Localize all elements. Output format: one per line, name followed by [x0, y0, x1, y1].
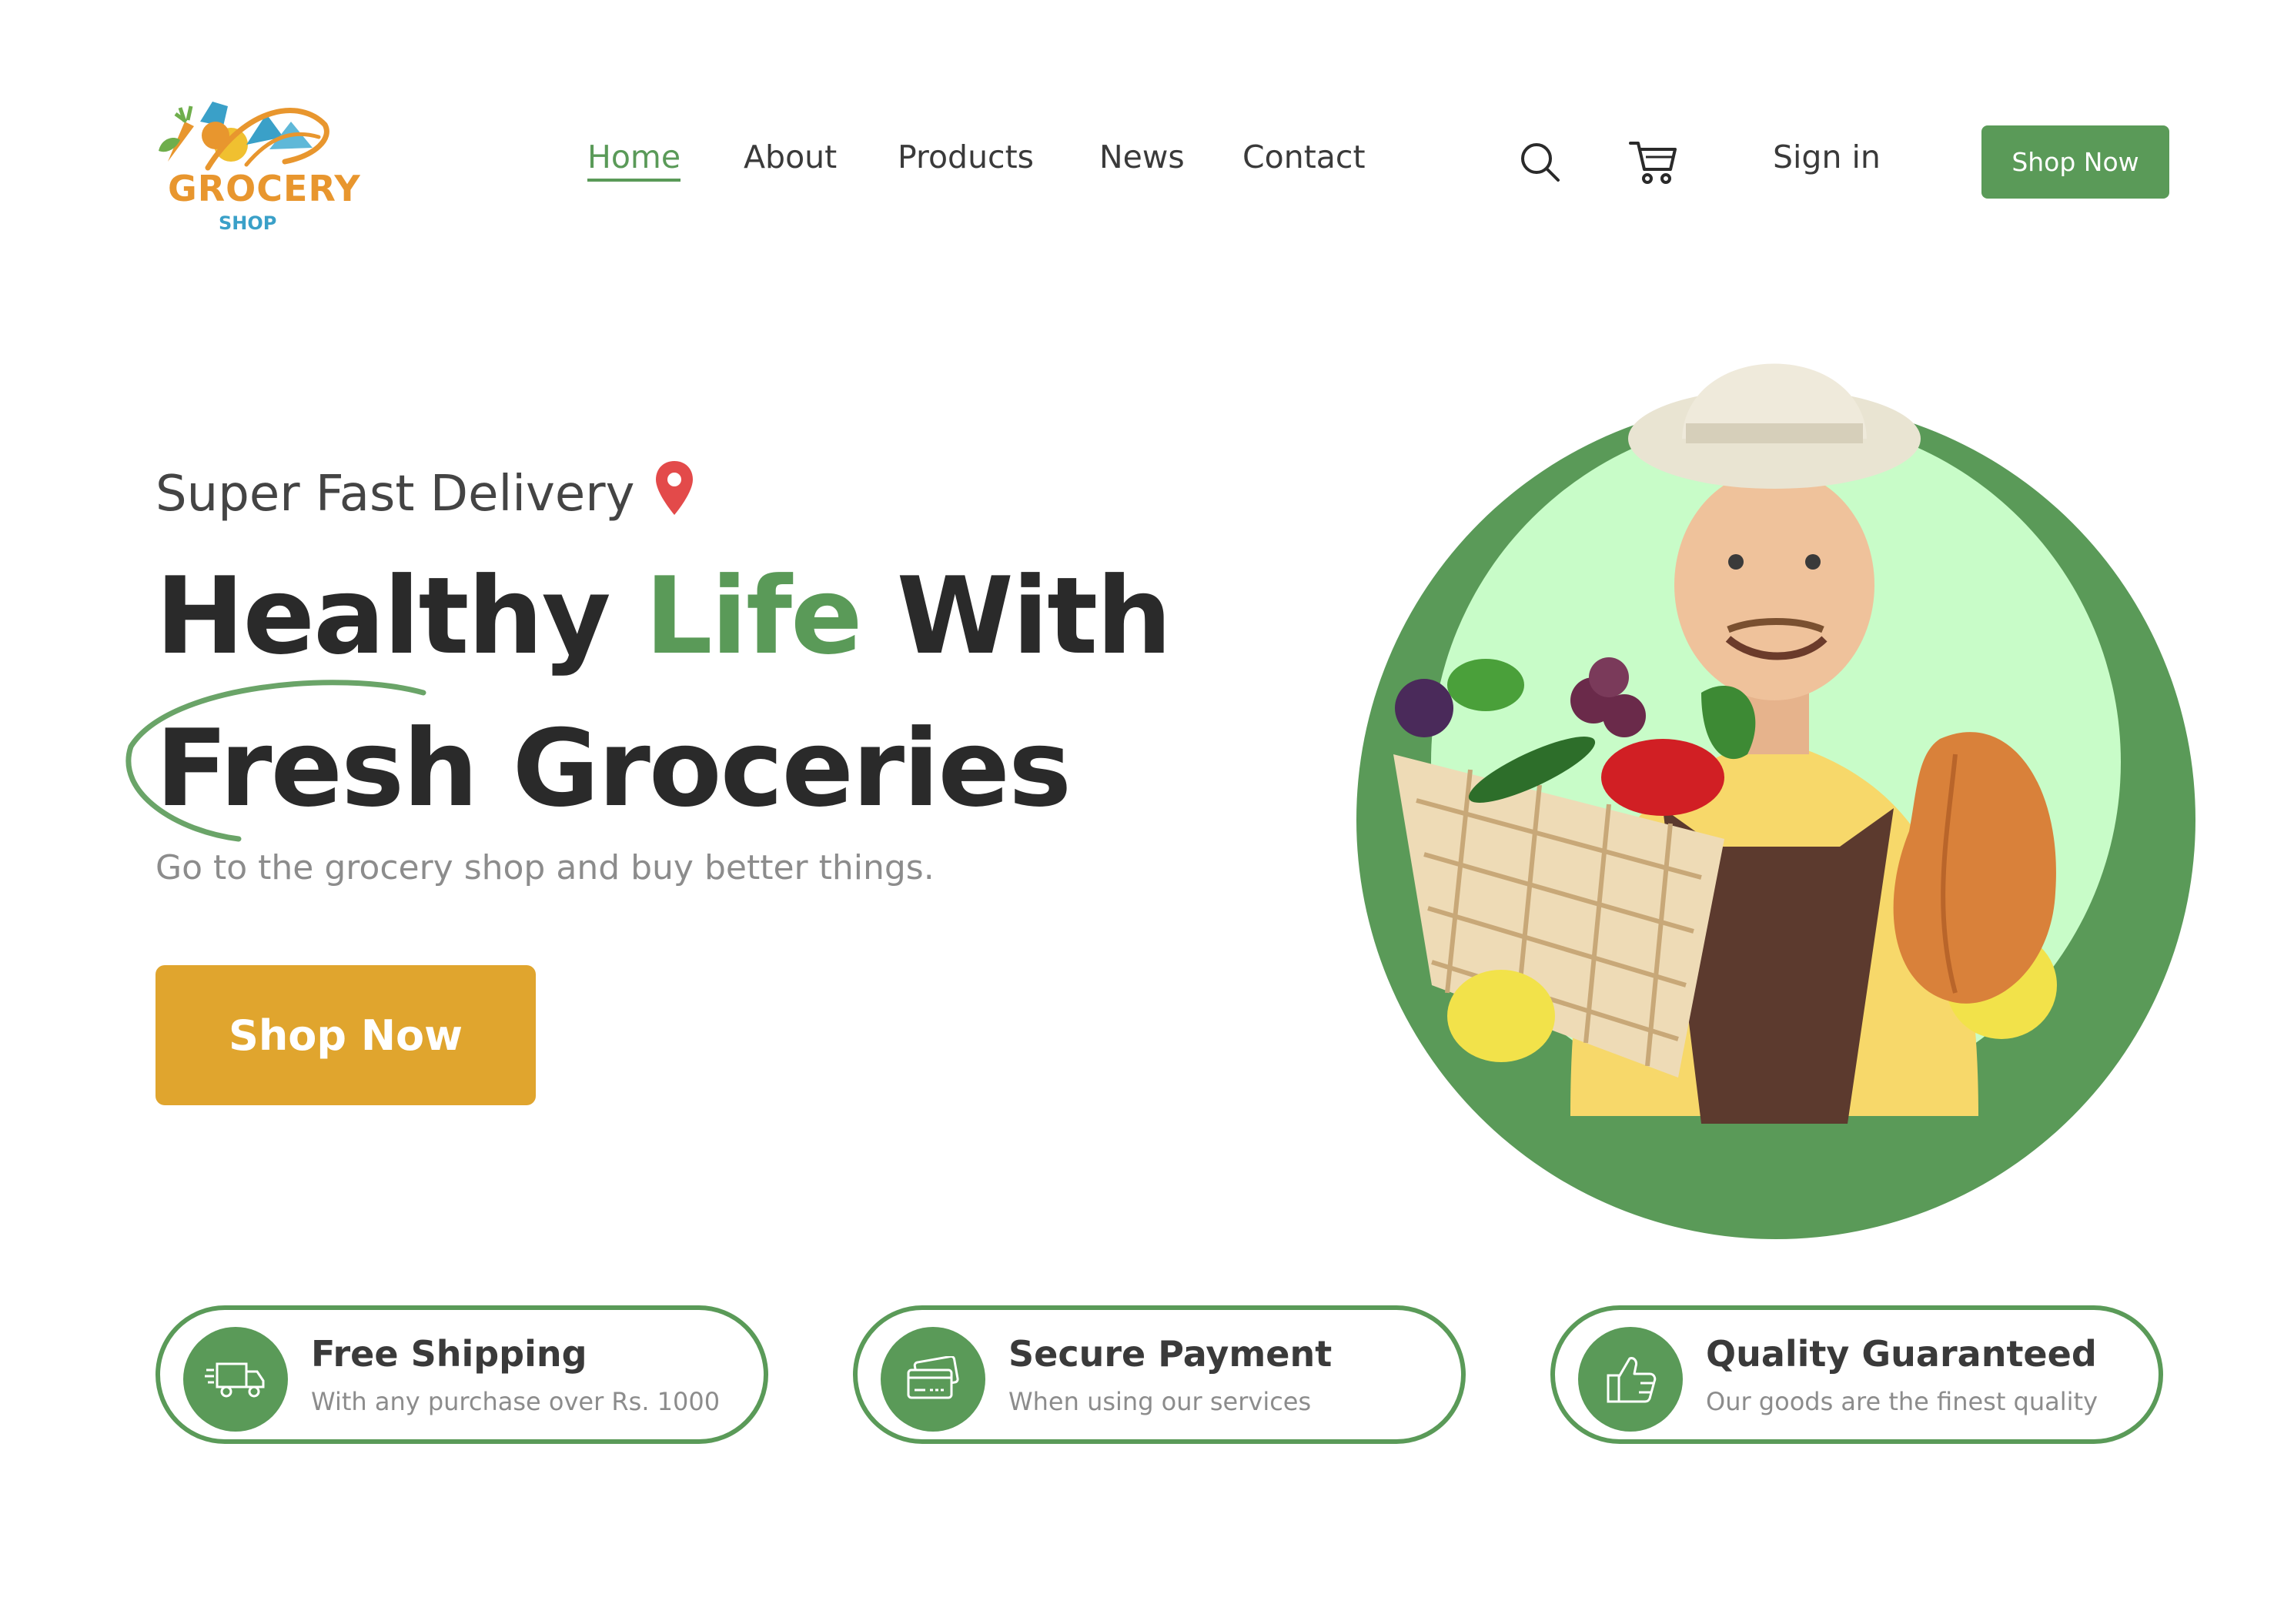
hero-subline: Go to the grocery shop and buy better th… [155, 848, 935, 887]
hero-headline-line2: Fresh Groceries [155, 707, 1072, 830]
delivery-truck-icon [183, 1327, 288, 1432]
feature-description: Our goods are the finest quality [1706, 1387, 2098, 1416]
feature-card-secure-payment: Secure Payment When using our services [853, 1305, 1466, 1444]
nav-item-contact[interactable]: Contact [1242, 139, 1366, 175]
feature-description: With any purchase over Rs. 1000 [311, 1387, 721, 1416]
logo-subtitle: SHOP [219, 212, 277, 234]
headline-highlight: Life [644, 554, 863, 678]
search-icon[interactable] [1518, 140, 1561, 186]
credit-card-icon [881, 1327, 985, 1432]
feature-card-quality-guaranteed: Quality Guaranteed Our goods are the fin… [1550, 1305, 2163, 1444]
feature-title: Secure Payment [1008, 1333, 1333, 1375]
nav-item-about[interactable]: About [744, 139, 837, 175]
feature-card-free-shipping: Free Shipping With any purchase over Rs.… [155, 1305, 768, 1444]
nav-item-home[interactable]: Home [587, 139, 681, 182]
nav-item-products[interactable]: Products [898, 139, 1034, 175]
feature-description: When using our services [1008, 1387, 1312, 1416]
sign-in-link[interactable]: Sign in [1773, 139, 1881, 175]
hero-farmer-image [1356, 363, 2195, 1239]
hero-headline-line1: Healthy Life With [155, 554, 1172, 678]
landing-page: GROCERY SHOP Home About Products News Co… [0, 0, 2284, 1624]
hero-shop-now-button[interactable]: Shop Now [155, 965, 536, 1105]
thumbs-up-icon [1578, 1327, 1683, 1432]
logo-wordmark: GROCERY [168, 168, 361, 209]
brand-logo[interactable]: GROCERY SHOP [154, 91, 360, 245]
nav-item-news[interactable]: News [1099, 139, 1185, 175]
header-shop-now-button[interactable]: Shop Now [1981, 125, 2169, 199]
headline-text: Healthy [155, 554, 645, 678]
feature-title: Free Shipping [311, 1333, 587, 1375]
cart-icon[interactable] [1629, 139, 1678, 189]
feature-title: Quality Guaranteed [1706, 1333, 2097, 1375]
tagline-text: Super Fast Delivery [155, 466, 635, 523]
hero-tagline: Super Fast Delivery [155, 459, 694, 529]
headline-text: With [861, 554, 1172, 678]
location-pin-icon [654, 459, 694, 529]
